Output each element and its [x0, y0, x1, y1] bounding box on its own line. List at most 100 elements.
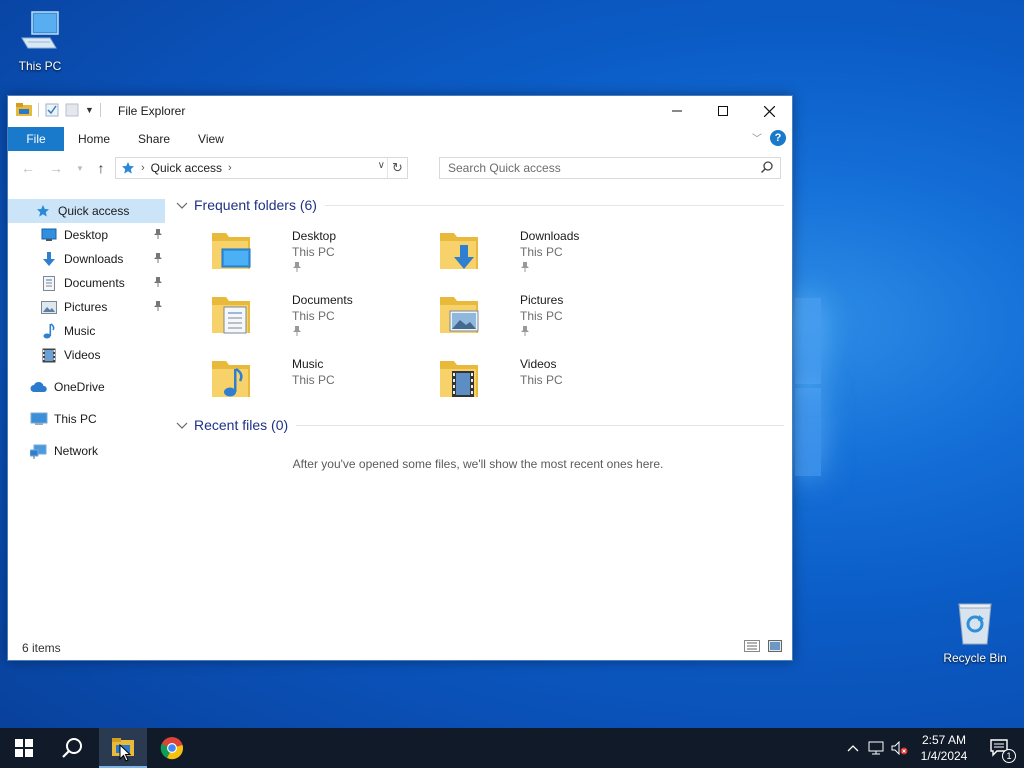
folder-name: Documents	[292, 293, 353, 307]
desktop-icon-recycle-bin[interactable]: Recycle Bin	[935, 600, 1015, 665]
pin-icon[interactable]	[153, 252, 163, 267]
address-dropdown-chevron-icon[interactable]: ∨	[378, 160, 385, 171]
picture-icon	[40, 299, 58, 315]
pin-icon	[292, 325, 302, 340]
action-center-button[interactable]: 1	[976, 739, 1024, 763]
minimize-button[interactable]	[654, 96, 700, 126]
help-button[interactable]: ?	[770, 130, 786, 146]
collapse-chevron-icon[interactable]	[176, 197, 190, 213]
tab-share[interactable]: Share	[124, 127, 184, 151]
sidebar-item-label: This PC	[54, 412, 97, 426]
taskbar-chrome[interactable]	[148, 728, 196, 768]
sidebar-item-documents[interactable]: Documents	[8, 271, 165, 295]
sidebar-item-videos[interactable]: Videos	[8, 343, 165, 367]
folder-tile-videos[interactable]: Videos This PC	[438, 355, 658, 411]
taskbar: 2:57 AM 1/4/2024 1	[0, 728, 1024, 768]
recent-files-header[interactable]: Recent files (0)	[172, 411, 784, 439]
sidebar-item-label: Desktop	[64, 228, 109, 242]
close-button[interactable]	[746, 96, 792, 126]
toolbar-separator	[99, 103, 101, 117]
downloads-folder-icon	[440, 233, 478, 269]
tab-view[interactable]: View	[184, 127, 238, 151]
recent-files-empty-message: After you've opened some files, we'll sh…	[292, 457, 664, 471]
desktop-icon	[40, 227, 58, 243]
desktop-folder-icon	[212, 233, 251, 269]
folder-tile-downloads[interactable]: Downloads This PC	[438, 227, 658, 283]
desktop-icon-label: This PC	[18, 59, 62, 73]
sidebar-item-desktop[interactable]: Desktop	[8, 223, 165, 247]
folder-location: This PC	[292, 245, 335, 259]
sidebar-item-label: Pictures	[64, 300, 108, 314]
folder-tile-music[interactable]: Music This PC	[210, 355, 430, 411]
start-button[interactable]	[0, 728, 48, 768]
folder-name: Downloads	[520, 229, 580, 243]
customize-toolbar-chevron-icon[interactable]: ▼	[85, 105, 94, 115]
search-icon[interactable]	[760, 160, 774, 174]
refresh-icon[interactable]: ↻	[387, 158, 407, 178]
desktop-wallpaper-logo	[795, 290, 955, 480]
search-input[interactable]	[440, 158, 740, 178]
title-bar[interactable]: ▼ File Explorer	[8, 96, 792, 126]
sidebar-item-label: Videos	[64, 348, 101, 362]
recent-locations-chevron-icon[interactable]: ▼	[70, 158, 90, 178]
details-view-icon[interactable]	[744, 640, 760, 652]
expand-ribbon-chevron-icon[interactable]: ﹀	[752, 130, 762, 145]
tab-home[interactable]: Home	[64, 127, 124, 151]
folder-tile-desktop[interactable]: Desktop This PC	[210, 227, 430, 283]
taskbar-file-explorer[interactable]	[99, 728, 147, 768]
status-bar: 6 items	[8, 634, 792, 660]
folder-location: This PC	[520, 245, 563, 259]
forward-arrow-icon[interactable]: →	[46, 158, 66, 178]
sidebar-item-downloads[interactable]: Downloads	[8, 247, 165, 271]
large-icons-view-icon[interactable]	[768, 640, 782, 652]
network-icon	[30, 443, 48, 459]
pin-icon[interactable]	[153, 300, 163, 315]
breadcrumb-quick-access[interactable]: Quick access	[151, 161, 222, 175]
new-folder-icon[interactable]	[65, 103, 79, 117]
ribbon-tabs: File Home Share View	[8, 127, 792, 151]
sidebar-item-network[interactable]: Network	[8, 439, 165, 463]
folder-app-icon	[16, 103, 32, 116]
music-note-icon	[40, 323, 58, 339]
network-status-icon[interactable]	[864, 741, 888, 755]
minimize-icon	[672, 110, 682, 112]
tab-file[interactable]: File	[8, 127, 64, 151]
folder-name: Desktop	[292, 229, 337, 243]
sidebar-item-this-pc[interactable]: This PC	[8, 407, 165, 431]
document-icon	[40, 275, 58, 291]
sidebar-item-label: OneDrive	[54, 380, 105, 394]
clock[interactable]: 2:57 AM 1/4/2024	[912, 732, 976, 764]
properties-icon[interactable]	[45, 103, 59, 117]
search-taskbar-button[interactable]	[48, 728, 96, 768]
content-area: Frequent folders (6) Desktop This PC Dow…	[172, 191, 784, 630]
folder-tile-documents[interactable]: Documents This PC	[210, 291, 430, 347]
videos-folder-icon	[440, 361, 478, 397]
desktop-icon-this-pc[interactable]: This PC	[0, 8, 80, 73]
back-arrow-icon[interactable]: ←	[18, 158, 38, 178]
mouse-cursor-icon	[119, 744, 131, 762]
sidebar-item-label: Documents	[64, 276, 125, 290]
group-divider	[296, 424, 784, 426]
sidebar-item-onedrive[interactable]: OneDrive	[8, 375, 165, 399]
windows-logo-icon	[15, 739, 33, 757]
volume-muted-icon[interactable]	[888, 741, 912, 755]
pin-icon[interactable]	[153, 228, 163, 243]
maximize-button[interactable]	[700, 96, 746, 126]
collapse-chevron-icon[interactable]	[176, 417, 190, 433]
show-hidden-icons-chevron-icon[interactable]	[842, 741, 864, 755]
sidebar-item-pictures[interactable]: Pictures	[8, 295, 165, 319]
search-box[interactable]	[439, 157, 781, 179]
clock-date: 1/4/2024	[920, 749, 968, 763]
address-bar[interactable]: › Quick access › ∨ ↻	[115, 157, 408, 179]
sidebar-item-quick-access[interactable]: Quick access	[8, 199, 165, 223]
frequent-folders-header[interactable]: Frequent folders (6)	[172, 191, 784, 219]
folder-location: This PC	[520, 309, 563, 323]
folder-tile-pictures[interactable]: Pictures This PC	[438, 291, 658, 347]
folder-location: This PC	[520, 373, 563, 387]
sidebar-item-music[interactable]: Music	[8, 319, 165, 343]
breadcrumb-separator-icon[interactable]: ›	[141, 162, 145, 174]
breadcrumb-chevron-icon[interactable]: ›	[228, 162, 232, 174]
up-arrow-icon[interactable]: ↑	[91, 158, 111, 178]
pin-icon[interactable]	[153, 276, 163, 291]
item-count: 6 items	[22, 641, 61, 655]
